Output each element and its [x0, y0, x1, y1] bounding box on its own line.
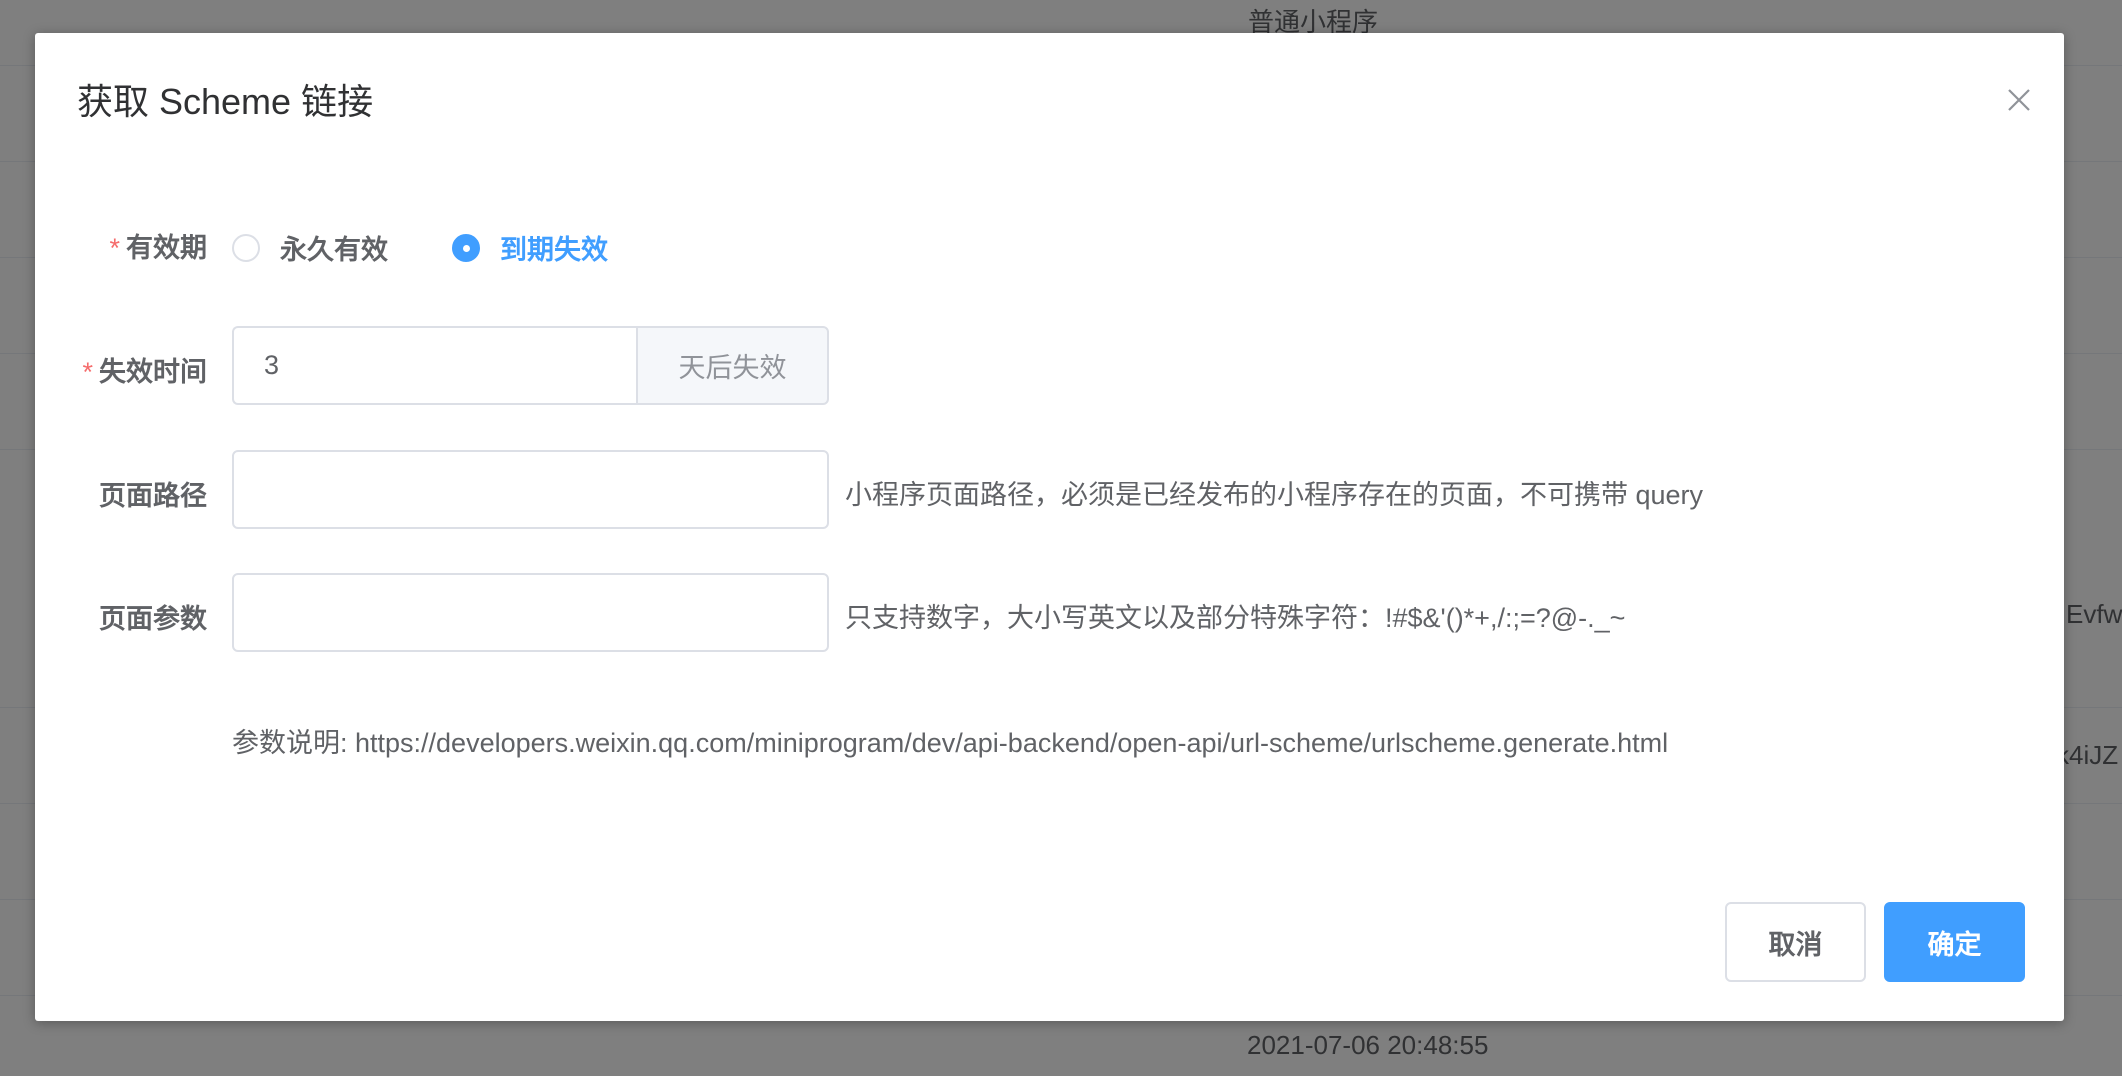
page-query-label: 页面参数	[99, 604, 207, 634]
expire-days-suffix: 天后失效	[636, 326, 829, 405]
expire-time-label-text: 失效时间	[99, 357, 207, 387]
page-path-label-col: 页面路径	[35, 470, 207, 511]
required-mark: *	[82, 357, 93, 387]
scheme-link-dialog: 获取 Scheme 链接 * 有效期 永久有效 到期失效 * 失效时间 3 天后失效…	[35, 33, 2064, 1021]
close-icon[interactable]	[1997, 78, 2041, 122]
confirm-button[interactable]: 确定	[1884, 902, 2025, 982]
param-doc-note: 参数说明: https://developers.weixin.qq.com/m…	[232, 728, 1669, 758]
radio-button-checked[interactable]	[452, 233, 480, 262]
page-query-hint: 只支持数字，大小写英文以及部分特殊字符：!#$&'()*+,/:;=?@-._~	[845, 603, 1626, 633]
radio-permanent[interactable]: 永久有效	[232, 228, 388, 267]
radio-permanent-label: 永久有效	[280, 235, 388, 265]
expire-time-input-group: 3 天后失效	[232, 326, 829, 405]
radio-expire-label: 到期失效	[500, 235, 608, 265]
page-query-input[interactable]	[232, 573, 829, 652]
expire-time-label: * 失效时间	[82, 350, 207, 389]
validity-label: * 有效期	[109, 226, 207, 265]
dialog-title: 获取 Scheme 链接	[77, 81, 374, 122]
cancel-button[interactable]: 取消	[1725, 902, 1866, 982]
validity-label-col: * 有效期	[35, 222, 207, 265]
expire-time-label-col: * 失效时间	[35, 346, 207, 389]
page-path-label: 页面路径	[99, 481, 207, 511]
page-path-input[interactable]	[232, 450, 829, 529]
expire-days-input[interactable]: 3	[232, 326, 636, 405]
radio-expire[interactable]: 到期失效	[452, 228, 608, 267]
required-mark: *	[109, 233, 120, 263]
page-path-hint: 小程序页面路径，必须是已经发布的小程序存在的页面，不可携带 query	[845, 480, 1704, 510]
validity-label-text: 有效期	[126, 233, 207, 263]
page-query-label-col: 页面参数	[35, 593, 207, 634]
radio-button[interactable]	[232, 233, 260, 262]
